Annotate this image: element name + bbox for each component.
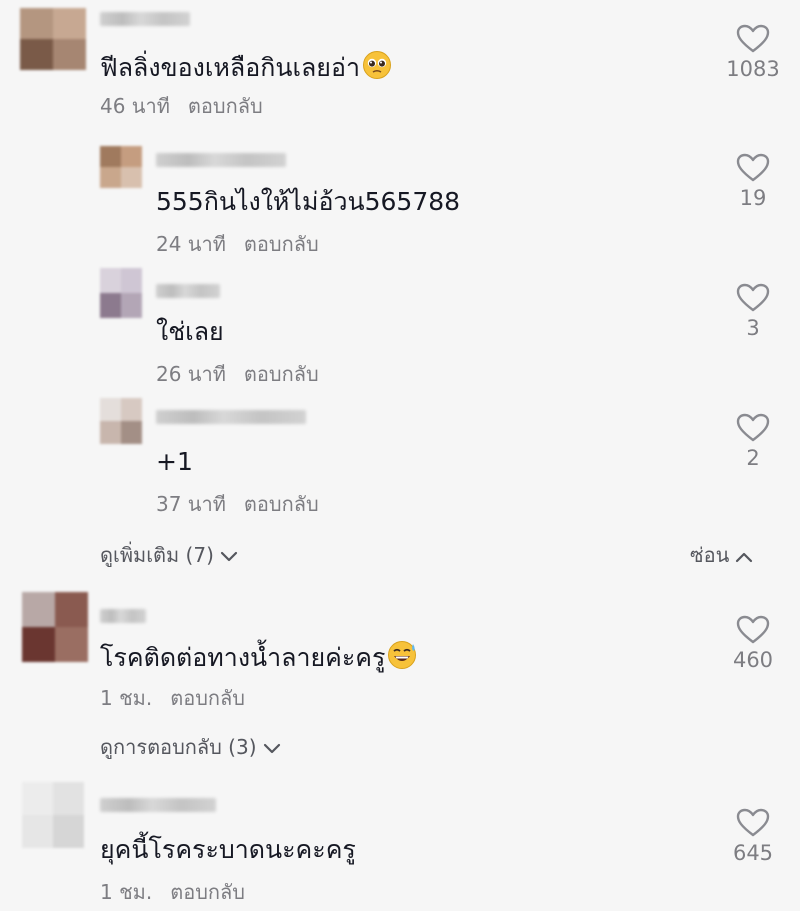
avatar[interactable]	[100, 268, 142, 318]
heart-icon	[736, 413, 770, 442]
like-button[interactable]: 19	[723, 153, 783, 211]
avatar[interactable]	[100, 398, 142, 444]
comment-meta: 1 ชม. ตอบกลับ	[100, 686, 245, 710]
reply-button[interactable]: ตอบกลับ	[188, 94, 263, 118]
avatar[interactable]	[100, 146, 142, 188]
reply-text: 555กินไงให้ไม่อ้วน565788	[156, 187, 461, 216]
comment-time: 1 ชม.	[100, 880, 153, 904]
view-replies-label: ดูการตอบกลับ (3)	[100, 735, 257, 759]
heart-icon	[736, 283, 770, 312]
like-count: 460	[732, 648, 774, 672]
heart-icon	[736, 808, 770, 837]
username-blurred[interactable]	[156, 284, 220, 298]
comment-meta: 26 นาที ตอบกลับ	[156, 362, 319, 386]
heart-icon	[736, 24, 770, 53]
comment-time: 26 นาที	[156, 362, 226, 386]
like-button[interactable]: 460	[723, 615, 783, 673]
avatar[interactable]	[22, 782, 84, 848]
reply-button[interactable]: ตอบกลับ	[244, 492, 319, 516]
like-count: 2	[746, 446, 760, 470]
comment-time: 1 ชม.	[100, 686, 153, 710]
pleading-face-emoji-icon	[362, 50, 392, 88]
comment-meta: 1 ชม. ตอบกลับ	[100, 880, 245, 904]
comment-meta: 37 นาที ตอบกลับ	[156, 492, 319, 516]
view-more-replies-button[interactable]: ดูเพิ่มเติม (7)	[100, 542, 238, 568]
reply-button[interactable]: ตอบกลับ	[244, 362, 319, 386]
comment-body: โรคติดต่อทางน้ำลายค่ะครู	[100, 643, 386, 672]
reply-button[interactable]: ตอบกลับ	[170, 686, 245, 710]
comment-meta: 46 นาที ตอบกลับ	[100, 94, 263, 118]
reply-text: ใช่เลย	[156, 317, 224, 346]
like-count: 19	[739, 186, 767, 210]
like-button[interactable]: 1083	[723, 24, 783, 82]
comment-time: 24 นาที	[156, 232, 226, 256]
like-count: 1083	[726, 57, 780, 81]
avatar[interactable]	[20, 8, 86, 70]
avatar[interactable]	[22, 592, 88, 662]
username-blurred[interactable]	[100, 12, 190, 26]
comment-time: 37 นาที	[156, 492, 226, 516]
username-blurred[interactable]	[100, 609, 146, 623]
like-button[interactable]: 2	[723, 413, 783, 471]
view-replies-button[interactable]: ดูการตอบกลับ (3)	[100, 734, 281, 760]
comment-meta: 24 นาที ตอบกลับ	[156, 232, 319, 256]
heart-icon	[736, 615, 770, 644]
username-blurred[interactable]	[156, 153, 286, 167]
hide-replies-button[interactable]: ซ่อน	[690, 542, 753, 568]
chevron-up-icon	[736, 552, 753, 562]
grinning-sweat-face-emoji-icon	[387, 640, 419, 678]
comment-body: ฟีลลิ่งของเหลือกินเลยอ่า	[100, 53, 361, 82]
reply-text: +1	[156, 447, 193, 476]
chevron-down-icon	[263, 743, 280, 753]
reply-button[interactable]: ตอบกลับ	[244, 232, 319, 256]
heart-icon	[736, 153, 770, 182]
like-count: 645	[732, 841, 774, 865]
username-blurred[interactable]	[100, 798, 216, 812]
comment-text: ฟีลลิ่งของเหลือกินเลยอ่า	[100, 50, 392, 88]
comment-time: 46 นาที	[100, 94, 170, 118]
reply-button[interactable]: ตอบกลับ	[170, 880, 245, 904]
view-more-label: ดูเพิ่มเติม (7)	[100, 543, 214, 567]
like-count: 3	[746, 316, 760, 340]
comment-text: ยุคนี้โรคระบาดนะคะครู	[100, 835, 356, 864]
chevron-down-icon	[220, 551, 237, 561]
like-button[interactable]: 645	[723, 808, 783, 866]
username-blurred[interactable]	[156, 410, 306, 424]
hide-label: ซ่อน	[690, 543, 730, 567]
comment-text: โรคติดต่อทางน้ำลายค่ะครู	[100, 640, 419, 678]
like-button[interactable]: 3	[723, 283, 783, 341]
